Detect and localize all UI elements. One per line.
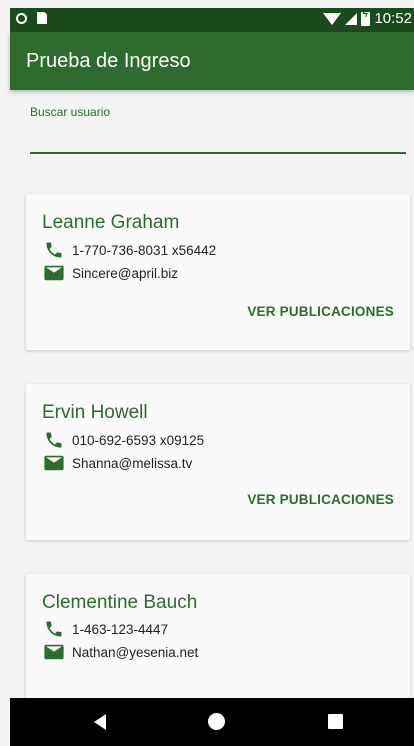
notification-dot-icon xyxy=(16,12,27,24)
app-title: Prueba de Ingreso xyxy=(26,50,191,72)
status-bar: 10:52 xyxy=(10,8,414,32)
system-nav-bar xyxy=(10,698,414,746)
home-icon[interactable] xyxy=(208,713,225,730)
wifi-icon xyxy=(323,12,342,25)
app-bar: Prueba de Ingreso xyxy=(10,32,414,90)
user-email: Nathan@yesenia.net xyxy=(72,644,199,660)
back-icon[interactable] xyxy=(94,714,106,730)
user-phone-row: 010-692-6593 x09125 xyxy=(44,430,204,450)
sd-card-icon xyxy=(37,12,47,24)
signal-icon xyxy=(345,12,358,25)
search-field[interactable]: Buscar usuario xyxy=(30,105,406,154)
phone-icon xyxy=(46,242,62,258)
user-card: Ervin Howell 010-692-6593 x09125 Shanna@… xyxy=(26,384,410,540)
user-email: Sincere@april.biz xyxy=(72,265,178,281)
user-card: Leanne Graham 1-770-736-8031 x56442 Sinc… xyxy=(26,194,410,350)
user-email-row: Shanna@melissa.tv xyxy=(44,455,192,471)
user-card: Clementine Bauch 1-463-123-4447 Nathan@y… xyxy=(26,574,410,704)
battery-charging-icon xyxy=(361,9,371,26)
user-phone-row: 1-770-736-8031 x56442 xyxy=(44,240,216,260)
user-email: Shanna@melissa.tv xyxy=(72,455,193,471)
user-phone: 1-463-123-4447 xyxy=(72,621,169,637)
user-email-row: Sincere@april.biz xyxy=(44,265,178,281)
user-name: Ervin Howell xyxy=(42,402,148,423)
ver-publicaciones-button[interactable]: VER PUBLICACIONES xyxy=(247,492,394,507)
search-label: Buscar usuario xyxy=(30,105,111,119)
mail-icon xyxy=(44,265,64,281)
search-input[interactable] xyxy=(30,125,406,151)
user-phone: 010-692-6593 x09125 xyxy=(72,432,205,448)
ver-publicaciones-button[interactable]: VER PUBLICACIONES xyxy=(247,304,394,319)
phone-icon xyxy=(46,621,62,637)
mail-icon xyxy=(44,455,64,471)
user-email-row: Nathan@yesenia.net xyxy=(44,644,198,660)
mail-icon xyxy=(44,644,64,660)
user-phone: 1-770-736-8031 x56442 xyxy=(72,242,217,258)
user-name: Clementine Bauch xyxy=(42,592,198,613)
status-time: 10:52 xyxy=(374,10,412,27)
user-name: Leanne Graham xyxy=(42,212,180,233)
recent-apps-icon[interactable] xyxy=(328,714,343,729)
user-phone-row: 1-463-123-4447 xyxy=(44,619,168,639)
search-underline xyxy=(30,152,406,154)
phone-icon xyxy=(46,432,62,448)
